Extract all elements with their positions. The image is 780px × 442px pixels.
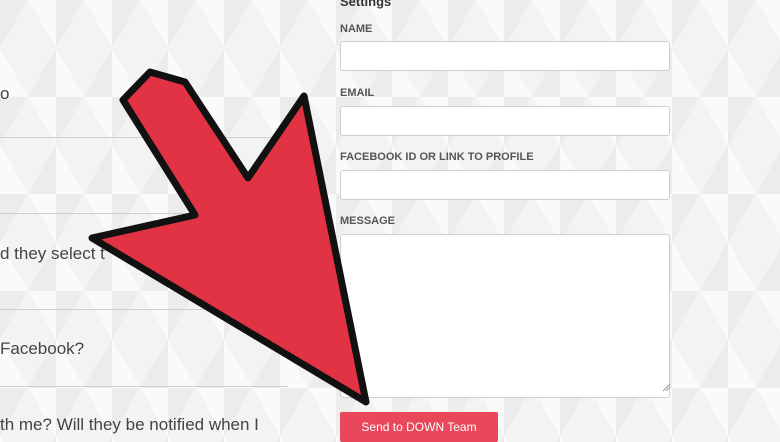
- name-label: NAME: [340, 23, 373, 35]
- message-field[interactable]: [340, 234, 670, 398]
- settings-title: Settings: [340, 0, 392, 9]
- faq-divider: [0, 213, 288, 214]
- faq-divider: [0, 137, 288, 138]
- email-label: EMAIL: [340, 87, 375, 99]
- faq-divider: [0, 309, 288, 310]
- facebook-label: FACEBOOK ID OR LINK TO PROFILE: [340, 151, 534, 163]
- name-field[interactable]: [340, 41, 670, 71]
- faq-question-text[interactable]: th me? Will they be notified when I: [0, 415, 300, 435]
- send-button[interactable]: Send to DOWN Team: [340, 412, 498, 442]
- resize-grip-icon[interactable]: [662, 383, 671, 392]
- faq-question-text[interactable]: o: [0, 84, 300, 104]
- message-label: MESSAGE: [340, 215, 396, 227]
- facebook-field[interactable]: [340, 170, 670, 200]
- faq-question-text[interactable]: d they select t: [0, 244, 300, 264]
- faq-list: o d they select t Facebook? th me? Will …: [0, 0, 288, 440]
- faq-question-text[interactable]: Facebook?: [0, 339, 300, 359]
- faq-divider: [0, 386, 288, 387]
- email-field[interactable]: [340, 106, 670, 136]
